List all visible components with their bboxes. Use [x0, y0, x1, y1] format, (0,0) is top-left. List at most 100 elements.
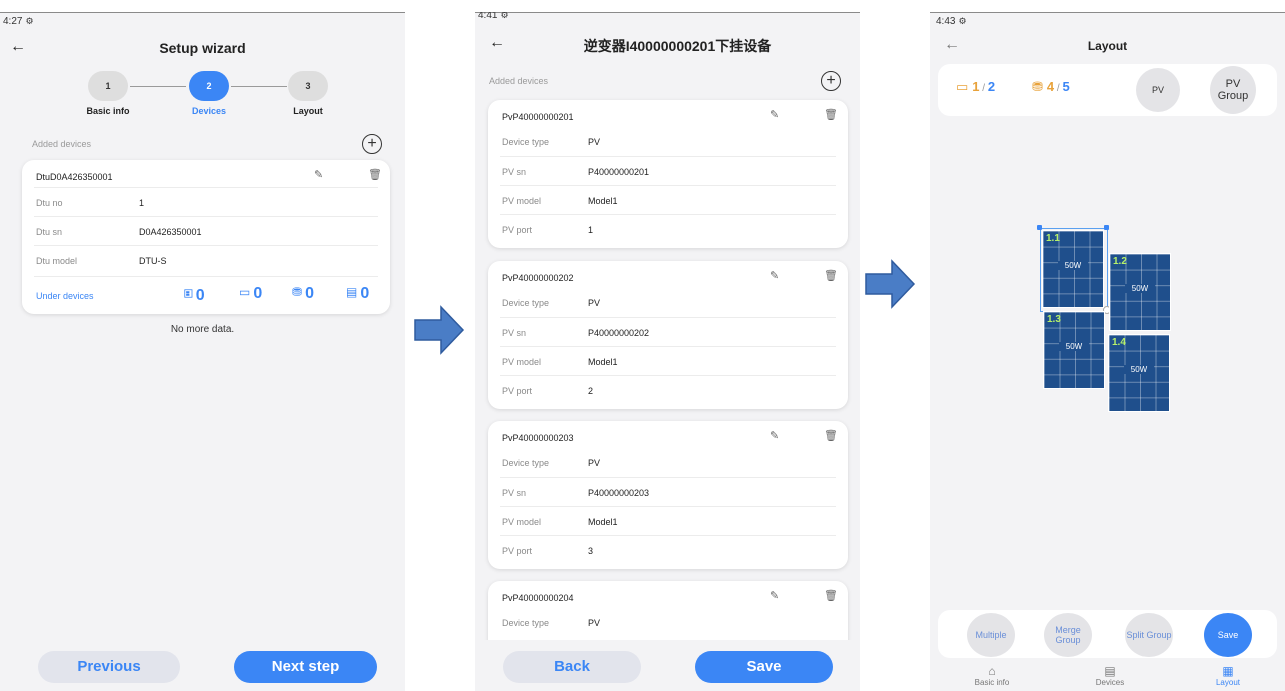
panel-power: 50W [1124, 365, 1154, 374]
pv-button[interactable]: PV [1136, 68, 1180, 112]
panel-power: 50W [1125, 284, 1155, 293]
next-step-button[interactable]: Next step [234, 651, 377, 683]
add-device-button[interactable]: + [821, 71, 841, 91]
row-key: Device type [502, 618, 550, 628]
tab-label: Basic info [974, 678, 1010, 687]
pv-device-card: PvP40000000203 ✎ 🗑 Device type PV PV sn P4… [488, 421, 848, 569]
meter-icon: ⛃ [292, 285, 303, 299]
row-value: Model1 [588, 196, 618, 206]
row-value: Model1 [588, 517, 618, 527]
pv-panel[interactable]: 1.3 50W [1043, 311, 1105, 389]
status-bar: 4:27 ⚙ [3, 16, 34, 27]
module-placed-stat: ⛃ 4 / 5 [1032, 79, 1070, 94]
status-bar: 4:43 ⚙ [936, 16, 967, 27]
pv-row: PV sn P40000000201 [500, 156, 836, 186]
devices-icon: ▤ [1104, 664, 1116, 678]
panel-power: 50W [1059, 342, 1089, 351]
stat1-current: 1 [972, 79, 980, 94]
tab-basic-info[interactable]: ⌂ Basic info [952, 664, 1032, 687]
pv-panel[interactable]: 1.2 50W [1109, 253, 1171, 331]
delete-trash-icon[interactable]: 🗑 [824, 269, 838, 282]
dtu-row: Dtu model DTU-S [34, 245, 378, 275]
pv-row: PV port 3 [500, 535, 836, 565]
step-3-circle[interactable]: 3 [288, 71, 328, 101]
pv-panel[interactable]: 1.1 50W [1042, 230, 1104, 308]
pv-panel[interactable]: 1.4 50W [1108, 334, 1170, 412]
row-key: PV port [502, 546, 533, 556]
inverter-devices-screen: 4:41 ⚙ ← 逆变器I40000000201下挂设备 Added device… [475, 12, 860, 691]
row-value: 1 [139, 198, 145, 208]
no-more-data: No more data. [170, 324, 235, 335]
page-title: 逆变器I40000000201下挂设备 [583, 38, 772, 54]
edit-pencil-icon[interactable]: ✎ [314, 168, 323, 181]
row-key: Device type [502, 137, 550, 147]
selection-handle[interactable] [1104, 225, 1109, 230]
row-value: Model1 [588, 357, 618, 367]
back-button[interactable]: Back [503, 651, 641, 683]
pv-row: PV model Model1 [500, 185, 836, 215]
pv-group-button[interactable]: PV Group [1210, 66, 1256, 114]
merge-group-button[interactable]: Merge Group [1044, 613, 1092, 657]
delete-trash-icon[interactable]: 🗑 [368, 168, 382, 181]
delete-trash-icon[interactable]: 🗑 [824, 429, 838, 442]
dtu-card: DtuD0A426350001 ✎ 🗑 Dtu no 1 Dtu sn D0A426… [22, 160, 390, 314]
dtu-row: Dtu no 1 [34, 187, 378, 217]
page-title: Setup wizard [159, 40, 246, 56]
pv-row: PV sn P40000000203 [500, 477, 836, 507]
multiple-button[interactable]: Multiple [967, 613, 1015, 657]
pv-row: PV sn P40000000202 [500, 317, 836, 347]
meter-icon: ⛃ [1032, 79, 1043, 94]
tab-layout[interactable]: ▦ Layout [1188, 664, 1268, 687]
dtu-card-title: DtuD0A426350001 [36, 172, 113, 182]
row-key: PV sn [502, 488, 527, 498]
step-2-circle[interactable]: 2 [189, 71, 229, 101]
dtu-row: Dtu sn D0A426350001 [34, 216, 378, 246]
meter-count-value: 0 [305, 285, 314, 302]
row-value: P40000000203 [588, 488, 650, 498]
previous-button[interactable]: Previous [38, 651, 180, 683]
inverter-count: 🗉 0 [184, 285, 205, 306]
pv-count-value: 0 [253, 285, 263, 302]
split-group-button[interactable]: Split Group [1125, 613, 1173, 657]
panel-id: 1.1 [1046, 233, 1060, 244]
save-button[interactable]: Save [695, 651, 833, 683]
edit-pencil-icon[interactable]: ✎ [770, 589, 779, 602]
top-divider [930, 12, 1285, 13]
pv-panel-icon: ▭ [956, 79, 969, 94]
edit-pencil-icon[interactable]: ✎ [770, 269, 779, 282]
row-key: Dtu model [36, 256, 78, 266]
add-device-button[interactable]: + [362, 134, 382, 154]
layout-screen: 4:43 ⚙ ← Layout ▭ 1 / 2 ⛃ 4 / 5 PV PV Group… [930, 12, 1285, 691]
row-key: PV model [502, 517, 542, 527]
edit-pencil-icon[interactable]: ✎ [770, 108, 779, 121]
panel-power: 50W [1058, 261, 1088, 270]
battery-count: ▤ 0 [346, 285, 369, 303]
battery-count-value: 0 [360, 285, 370, 302]
status-time: 4:41 [478, 12, 498, 21]
tab-devices[interactable]: ▤ Devices [1070, 664, 1150, 687]
row-value: PV [588, 137, 601, 147]
delete-trash-icon[interactable]: 🗑 [824, 589, 838, 602]
flow-arrow-icon [414, 305, 465, 355]
pv-row: Device type PV [500, 448, 836, 477]
pv-panel-icon: ▭ [239, 285, 251, 299]
delete-trash-icon[interactable]: 🗑 [824, 108, 838, 121]
row-key: PV port [502, 386, 533, 396]
settings-status-icon: ⚙ [500, 12, 509, 20]
save-button[interactable]: Save [1204, 613, 1252, 657]
page-title: Layout [1087, 39, 1128, 53]
step-1-circle[interactable]: 1 [88, 71, 128, 101]
edit-pencil-icon[interactable]: ✎ [770, 429, 779, 442]
row-key: Dtu no [36, 198, 63, 208]
row-value: PV [588, 618, 601, 628]
pv-device-card: PvP40000000201 ✎ 🗑 Device type PV PV sn P4… [488, 100, 848, 248]
settings-status-icon: ⚙ [958, 16, 967, 26]
row-value: 3 [588, 546, 594, 556]
top-divider [475, 12, 860, 13]
grid-icon: ▦ [1222, 664, 1234, 678]
under-devices-link[interactable]: Under devices [36, 291, 94, 301]
pv-row: Device type PV [500, 608, 836, 637]
pv-card-title: PvP40000000201 [502, 112, 574, 122]
row-value: DTU-S [139, 256, 167, 266]
row-value: 2 [588, 386, 594, 396]
